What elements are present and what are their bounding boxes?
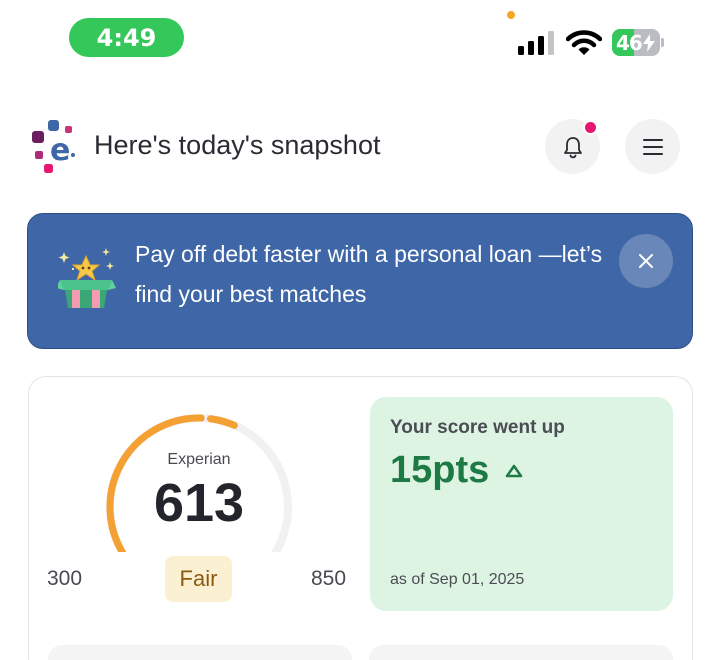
privacy-indicator-dot xyxy=(507,11,515,19)
battery-indicator: 46 xyxy=(612,29,664,56)
banner-close-button[interactable] xyxy=(619,234,673,288)
bell-icon xyxy=(563,136,582,158)
menu-button[interactable] xyxy=(625,119,680,174)
experian-logo-icon: e xyxy=(32,120,75,173)
score-change-value: 15pts xyxy=(390,449,490,491)
score-change-title: Your score went up xyxy=(390,417,565,438)
cellular-signal-icon xyxy=(518,31,554,55)
wifi-icon xyxy=(566,30,602,55)
gift-box-icon xyxy=(58,248,116,308)
battery-percentage: 46 xyxy=(616,29,655,56)
summary-card-right[interactable] xyxy=(369,645,673,660)
score-range-min: 300 xyxy=(47,567,83,590)
personal-loan-banner[interactable]: Pay off debt faster with a personal loan… xyxy=(27,213,693,349)
score-rating-badge: Fair xyxy=(165,556,232,602)
close-icon xyxy=(639,254,653,268)
score-change-card[interactable]: Your score went up 15pts as of Sep 01, 2… xyxy=(370,397,673,611)
charging-bolt-icon xyxy=(642,33,655,52)
summary-card-left[interactable] xyxy=(48,645,352,660)
status-time: 4:49 xyxy=(69,18,184,57)
hamburger-menu-icon xyxy=(642,138,663,155)
score-change-date: as of Sep 01, 2025 xyxy=(390,571,525,588)
score-bureau-label: Experian xyxy=(167,451,231,468)
svg-text:e: e xyxy=(50,133,70,168)
banner-message: Pay off debt faster with a personal loan… xyxy=(135,241,603,307)
credit-score-value: 613 xyxy=(153,473,245,533)
page-title: Here's today's snapshot xyxy=(94,130,381,160)
score-range-max: 850 xyxy=(311,567,347,590)
triangle-up-icon xyxy=(505,464,523,478)
notification-badge xyxy=(583,120,598,135)
